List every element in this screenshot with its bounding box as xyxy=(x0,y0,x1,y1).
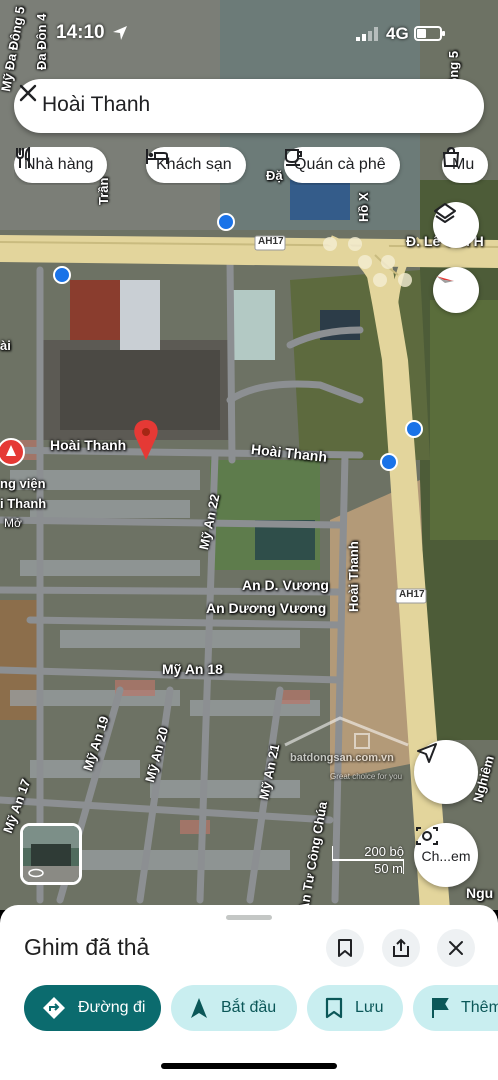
street-label: An Dương Vương xyxy=(206,600,327,616)
explore-camera-button[interactable]: Ch...em xyxy=(414,823,478,887)
street-label: An D. Vương xyxy=(242,577,329,593)
highway-shield-label: AH17 xyxy=(399,589,425,600)
chip-hotels[interactable]: Khách sạn xyxy=(146,147,246,183)
start-button[interactable]: Bắt đầu xyxy=(171,985,297,1031)
highway-shield-label: AH17 xyxy=(258,236,284,247)
chip-restaurants[interactable]: Nhà hàng xyxy=(14,147,108,183)
watermark-text: batdongsan.com.vn xyxy=(290,752,394,764)
poi-status-label: Mở xyxy=(4,516,22,530)
action-label: Bắt đầu xyxy=(221,999,277,1016)
street-label: Mỹ An 18 xyxy=(162,661,223,677)
navigation-arrow-icon xyxy=(417,743,437,763)
status-time: 14:10 xyxy=(56,22,105,43)
restaurant-icon xyxy=(16,147,30,168)
scale-meters: 50 m xyxy=(374,861,403,876)
search-query[interactable]: Hoài Thanh xyxy=(42,93,150,117)
street-label: Hồ X xyxy=(356,192,371,222)
bus-stop-icon[interactable] xyxy=(380,453,398,471)
layers-button[interactable] xyxy=(433,202,479,248)
bookmark-icon xyxy=(338,939,352,957)
close-sheet-button[interactable] xyxy=(437,929,475,967)
hotel-icon xyxy=(146,149,168,164)
watermark-subtext: Great choice for you xyxy=(330,772,403,781)
bus-stop-icon[interactable] xyxy=(217,213,235,231)
layers-icon xyxy=(434,203,456,223)
category-chips: Nhà hàng Khách sạn Quán cà phê Mu xyxy=(14,147,498,185)
bus-stop-icon[interactable] xyxy=(405,420,423,438)
chip-label: Quán cà phê xyxy=(294,156,386,173)
poi-label: i Thanh xyxy=(0,496,47,511)
save-icon-button[interactable] xyxy=(326,929,364,967)
drag-handle[interactable] xyxy=(226,915,272,920)
my-location-button[interactable] xyxy=(414,740,478,804)
network-label: 4G xyxy=(386,24,409,43)
chip-shopping[interactable]: Mu xyxy=(442,147,489,183)
action-label: Lưu xyxy=(355,999,384,1016)
close-icon xyxy=(449,941,463,955)
compass-button[interactable] xyxy=(433,267,479,313)
bookmark-icon xyxy=(325,997,343,1019)
chip-label: Nhà hàng xyxy=(24,156,94,173)
chip-coffee[interactable]: Quán cà phê xyxy=(284,147,400,183)
scale-feet: 200 bộ xyxy=(364,844,404,859)
coffee-icon xyxy=(285,149,302,166)
camera-search-icon xyxy=(416,827,438,845)
share-icon xyxy=(393,938,409,957)
save-button[interactable]: Lưu xyxy=(307,985,403,1031)
navigation-start-icon xyxy=(191,998,207,1018)
sheet-title: Ghim đã thả xyxy=(24,934,150,960)
location-arrow-icon xyxy=(113,26,127,40)
street-label: ài xyxy=(0,338,11,353)
signal-icon xyxy=(356,27,378,41)
search-bar[interactable]: Hoài Thanh xyxy=(14,79,484,133)
directions-button[interactable]: Đường đi xyxy=(24,985,161,1031)
close-icon[interactable] xyxy=(14,79,42,107)
map-scale: 200 bộ 50 m xyxy=(332,844,404,876)
pin-label: Hoài Thanh xyxy=(50,437,127,453)
action-label: Thêm xyxy=(461,999,498,1016)
satellite-map[interactable]: Đa Đôn 4 Mỹ Đa Đông 5 Đông 5 Trần Hồ X Đ… xyxy=(0,0,498,910)
scale-bar: 200 bộ xyxy=(332,844,404,860)
more-button[interactable]: Thêm xyxy=(413,985,498,1031)
flag-icon xyxy=(432,998,449,1018)
status-bar: 14:10 4G xyxy=(0,20,498,48)
compass-icon xyxy=(436,276,454,283)
shopping-bag-icon xyxy=(442,147,460,167)
poi-label: ng viện xyxy=(0,476,46,491)
battery-icon xyxy=(414,26,445,41)
street-view-thumbnail[interactable] xyxy=(20,823,82,885)
explore-button-label: Ch...em xyxy=(421,848,471,864)
battery-level xyxy=(417,29,426,38)
share-button[interactable] xyxy=(382,929,420,967)
scale-bar: 50 m xyxy=(332,860,404,876)
street-label: Hoài Thanh xyxy=(346,541,361,612)
directions-icon xyxy=(43,997,65,1019)
action-label: Đường đi xyxy=(78,999,146,1016)
bus-stop-icon[interactable] xyxy=(53,266,71,284)
street-label: Ngu xyxy=(466,885,494,901)
home-indicator xyxy=(161,1063,337,1069)
place-bottom-sheet[interactable]: Ghim đã thả Đường đi Bắt đầu Lưu Thêm xyxy=(0,905,498,1080)
rotate-360-icon xyxy=(28,868,44,878)
